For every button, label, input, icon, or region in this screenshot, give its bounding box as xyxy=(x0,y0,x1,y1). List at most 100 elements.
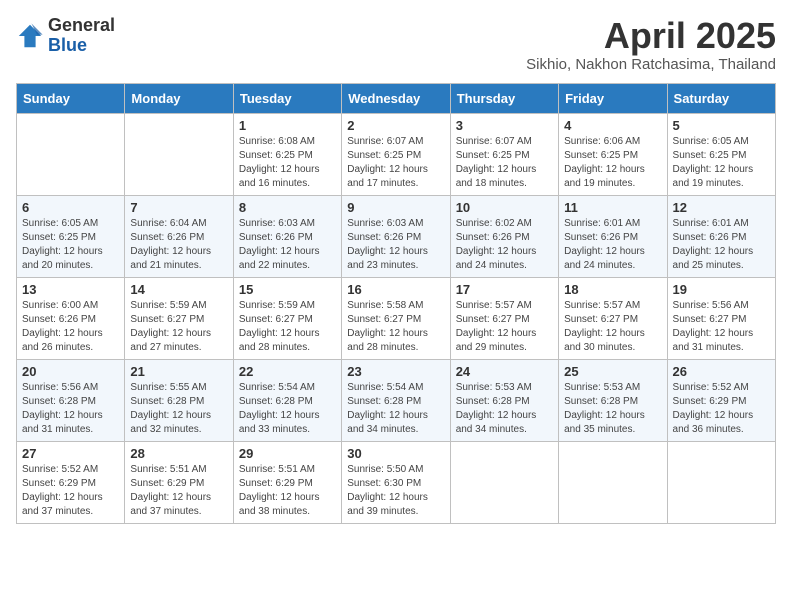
week-row-3: 13Sunrise: 6:00 AM Sunset: 6:26 PM Dayli… xyxy=(17,277,776,359)
week-row-5: 27 Sunrise: 5:52 AM Sunset: 6:29 PM Dayli… xyxy=(17,441,776,523)
day-info: Sunrise: 5:57 AM Sunset: 6:27 PM Dayligh… xyxy=(564,299,661,355)
weekday-header-monday: Monday xyxy=(125,83,233,113)
day-cell xyxy=(559,441,667,523)
calendar-title: April 2025 xyxy=(526,16,776,56)
day-cell: 29Sunrise: 5:51 AM Sunset: 6:29 PM Dayli… xyxy=(233,441,341,523)
day-number: 14 xyxy=(130,282,227,297)
logo-blue-text: Blue xyxy=(48,35,87,55)
day-number: 12 xyxy=(673,200,770,215)
day-number: 10 xyxy=(456,200,553,215)
day-info: Sunrise: 5:58 AM Sunset: 6:27 PM Dayligh… xyxy=(347,299,444,355)
day-number: 30 xyxy=(347,446,444,461)
day-cell: 13Sunrise: 6:00 AM Sunset: 6:26 PM Dayli… xyxy=(17,277,125,359)
day-info: Sunrise: 5:56 AM Sunset: 6:28 PM Dayligh… xyxy=(22,381,119,437)
day-cell: 8 Sunrise: 6:03 AM Sunset: 6:26 PM Daylig… xyxy=(233,195,341,277)
day-info: Sunrise: 5:59 AM Sunset: 6:27 PM Dayligh… xyxy=(239,299,336,355)
day-cell: 30 Sunrise: 5:50 AM Sunset: 6:30 PM Dayli… xyxy=(342,441,450,523)
day-info: Sunrise: 6:04 AM Sunset: 6:26 PM Dayligh… xyxy=(130,217,227,273)
day-info: Sunrise: 6:03 AM Sunset: 6:26 PM Dayligh… xyxy=(239,217,336,273)
day-number: 20 xyxy=(22,364,119,379)
day-info: Sunrise: 6:07 AM Sunset: 6:25 PM Dayligh… xyxy=(456,135,553,191)
day-cell: 4 Sunrise: 6:06 AM Sunset: 6:25 PM Daylig… xyxy=(559,113,667,195)
day-number: 15 xyxy=(239,282,336,297)
day-cell: 21Sunrise: 5:55 AM Sunset: 6:28 PM Dayli… xyxy=(125,359,233,441)
day-number: 16 xyxy=(347,282,444,297)
day-cell xyxy=(17,113,125,195)
day-cell: 24 Sunrise: 5:53 AM Sunset: 6:28 PM Dayli… xyxy=(450,359,558,441)
day-number: 28 xyxy=(130,446,227,461)
day-cell: 19 Sunrise: 5:56 AM Sunset: 6:27 PM Dayli… xyxy=(667,277,775,359)
day-cell: 20 Sunrise: 5:56 AM Sunset: 6:28 PM Dayli… xyxy=(17,359,125,441)
weekday-header-friday: Friday xyxy=(559,83,667,113)
day-cell: 14 Sunrise: 5:59 AM Sunset: 6:27 PM Dayli… xyxy=(125,277,233,359)
day-cell: 6 Sunrise: 6:05 AM Sunset: 6:25 PM Daylig… xyxy=(17,195,125,277)
weekday-header-saturday: Saturday xyxy=(667,83,775,113)
day-cell: 22 Sunrise: 5:54 AM Sunset: 6:28 PM Dayli… xyxy=(233,359,341,441)
calendar-table: SundayMondayTuesdayWednesdayThursdayFrid… xyxy=(16,83,776,524)
day-number: 11 xyxy=(564,200,661,215)
day-cell: 1 Sunrise: 6:08 AM Sunset: 6:25 PM Daylig… xyxy=(233,113,341,195)
day-info: Sunrise: 5:53 AM Sunset: 6:28 PM Dayligh… xyxy=(564,381,661,437)
day-info: Sunrise: 5:52 AM Sunset: 6:29 PM Dayligh… xyxy=(673,381,770,437)
day-cell xyxy=(667,441,775,523)
day-info: Sunrise: 5:56 AM Sunset: 6:27 PM Dayligh… xyxy=(673,299,770,355)
day-cell: 27 Sunrise: 5:52 AM Sunset: 6:29 PM Dayli… xyxy=(17,441,125,523)
day-number: 13 xyxy=(22,282,119,297)
logo: General Blue xyxy=(16,16,115,56)
day-info: Sunrise: 5:53 AM Sunset: 6:28 PM Dayligh… xyxy=(456,381,553,437)
day-number: 27 xyxy=(22,446,119,461)
day-info: Sunrise: 5:51 AM Sunset: 6:29 PM Dayligh… xyxy=(239,463,336,519)
day-info: Sunrise: 6:08 AM Sunset: 6:25 PM Dayligh… xyxy=(239,135,336,191)
day-info: Sunrise: 5:59 AM Sunset: 6:27 PM Dayligh… xyxy=(130,299,227,355)
day-cell: 15 Sunrise: 5:59 AM Sunset: 6:27 PM Dayli… xyxy=(233,277,341,359)
weekday-header-sunday: Sunday xyxy=(17,83,125,113)
header: General Blue April 2025 Sikhio, Nakhon R… xyxy=(16,16,776,73)
day-number: 22 xyxy=(239,364,336,379)
day-info: Sunrise: 5:57 AM Sunset: 6:27 PM Dayligh… xyxy=(456,299,553,355)
week-row-4: 20 Sunrise: 5:56 AM Sunset: 6:28 PM Dayli… xyxy=(17,359,776,441)
day-number: 1 xyxy=(239,118,336,133)
day-info: Sunrise: 6:01 AM Sunset: 6:26 PM Dayligh… xyxy=(673,217,770,273)
calendar-subtitle: Sikhio, Nakhon Ratchasima, Thailand xyxy=(526,56,776,73)
day-cell: 7 Sunrise: 6:04 AM Sunset: 6:26 PM Daylig… xyxy=(125,195,233,277)
day-number: 5 xyxy=(673,118,770,133)
day-cell: 3 Sunrise: 6:07 AM Sunset: 6:25 PM Daylig… xyxy=(450,113,558,195)
day-number: 19 xyxy=(673,282,770,297)
day-number: 9 xyxy=(347,200,444,215)
day-cell: 28 Sunrise: 5:51 AM Sunset: 6:29 PM Dayli… xyxy=(125,441,233,523)
day-cell: 17Sunrise: 5:57 AM Sunset: 6:27 PM Dayli… xyxy=(450,277,558,359)
day-number: 18 xyxy=(564,282,661,297)
day-info: Sunrise: 5:52 AM Sunset: 6:29 PM Dayligh… xyxy=(22,463,119,519)
day-info: Sunrise: 6:05 AM Sunset: 6:25 PM Dayligh… xyxy=(22,217,119,273)
week-row-2: 6 Sunrise: 6:05 AM Sunset: 6:25 PM Daylig… xyxy=(17,195,776,277)
weekday-header-thursday: Thursday xyxy=(450,83,558,113)
weekday-row: SundayMondayTuesdayWednesdayThursdayFrid… xyxy=(17,83,776,113)
day-number: 8 xyxy=(239,200,336,215)
day-number: 7 xyxy=(130,200,227,215)
day-cell: 12 Sunrise: 6:01 AM Sunset: 6:26 PM Dayli… xyxy=(667,195,775,277)
day-cell: 5Sunrise: 6:05 AM Sunset: 6:25 PM Daylig… xyxy=(667,113,775,195)
day-number: 25 xyxy=(564,364,661,379)
day-info: Sunrise: 5:50 AM Sunset: 6:30 PM Dayligh… xyxy=(347,463,444,519)
day-cell: 16 Sunrise: 5:58 AM Sunset: 6:27 PM Dayli… xyxy=(342,277,450,359)
day-info: Sunrise: 6:06 AM Sunset: 6:25 PM Dayligh… xyxy=(564,135,661,191)
day-number: 24 xyxy=(456,364,553,379)
day-info: Sunrise: 5:51 AM Sunset: 6:29 PM Dayligh… xyxy=(130,463,227,519)
weekday-header-tuesday: Tuesday xyxy=(233,83,341,113)
day-number: 2 xyxy=(347,118,444,133)
day-number: 3 xyxy=(456,118,553,133)
day-info: Sunrise: 5:54 AM Sunset: 6:28 PM Dayligh… xyxy=(347,381,444,437)
day-number: 4 xyxy=(564,118,661,133)
logo-general-text: General xyxy=(48,15,115,35)
calendar-body: 1 Sunrise: 6:08 AM Sunset: 6:25 PM Daylig… xyxy=(17,113,776,523)
calendar-header: SundayMondayTuesdayWednesdayThursdayFrid… xyxy=(17,83,776,113)
day-number: 6 xyxy=(22,200,119,215)
day-info: Sunrise: 5:54 AM Sunset: 6:28 PM Dayligh… xyxy=(239,381,336,437)
day-info: Sunrise: 6:02 AM Sunset: 6:26 PM Dayligh… xyxy=(456,217,553,273)
day-info: Sunrise: 6:03 AM Sunset: 6:26 PM Dayligh… xyxy=(347,217,444,273)
day-number: 21 xyxy=(130,364,227,379)
day-cell: 25 Sunrise: 5:53 AM Sunset: 6:28 PM Dayli… xyxy=(559,359,667,441)
logo-icon xyxy=(16,22,44,50)
day-info: Sunrise: 6:01 AM Sunset: 6:26 PM Dayligh… xyxy=(564,217,661,273)
day-number: 23 xyxy=(347,364,444,379)
